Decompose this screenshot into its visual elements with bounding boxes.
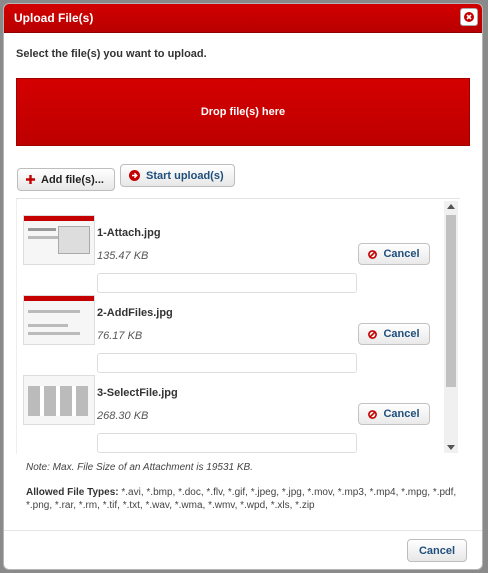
file-name: 2-AddFiles.jpg: [97, 307, 173, 319]
file-thumbnail: [23, 215, 95, 265]
file-cancel-label: Cancel: [383, 328, 420, 340]
file-row: 3-SelectFile.jpg 268.30 KB Cancel: [17, 363, 445, 453]
allowed-types-label: Allowed File Types:: [26, 487, 119, 498]
file-size: 135.47 KB: [97, 250, 149, 262]
file-size: 268.30 KB: [97, 410, 149, 422]
drop-zone-label: Drop file(s) here: [200, 106, 286, 118]
file-cancel-button[interactable]: Cancel: [358, 243, 430, 265]
file-name: 1-Attach.jpg: [97, 227, 161, 239]
ban-icon: [368, 409, 378, 419]
footer-divider: [4, 530, 482, 531]
file-row: 2-AddFiles.jpg 76.17 KB Cancel: [17, 283, 445, 373]
ban-icon: [368, 249, 378, 259]
add-files-button[interactable]: Add file(s)...: [17, 168, 115, 191]
upload-dialog: Upload File(s) Select the file(s) you wa…: [3, 3, 483, 570]
upload-progress-bar: [97, 433, 357, 453]
file-cancel-button[interactable]: Cancel: [358, 323, 430, 345]
file-thumbnail: [23, 375, 95, 425]
file-name: 3-SelectFile.jpg: [97, 387, 178, 399]
ban-icon: [368, 329, 378, 339]
circle-arrow-right-icon: [129, 170, 140, 181]
plus-icon: [26, 175, 35, 184]
instruction-text: Select the file(s) you want to upload.: [16, 48, 207, 60]
file-list: 1-Attach.jpg 135.47 KB Cancel 2-AddFiles…: [16, 198, 460, 454]
dialog-cancel-label: Cancel: [418, 544, 456, 557]
scroll-down-icon[interactable]: [447, 445, 455, 450]
add-files-label: Add file(s)...: [41, 173, 104, 186]
dialog-title: Upload File(s): [14, 11, 94, 25]
allowed-file-types: Allowed File Types: *.avi, *.bmp, *.doc,…: [26, 486, 466, 512]
dialog-cancel-button[interactable]: Cancel: [407, 539, 467, 562]
file-cancel-button[interactable]: Cancel: [358, 403, 430, 425]
file-cancel-label: Cancel: [383, 408, 420, 420]
close-button[interactable]: [460, 8, 478, 26]
scroll-up-icon[interactable]: [447, 204, 455, 209]
file-list-scrollbar[interactable]: [444, 201, 458, 453]
scrollbar-thumb[interactable]: [446, 215, 456, 387]
file-row: 1-Attach.jpg 135.47 KB Cancel: [17, 203, 445, 293]
file-cancel-label: Cancel: [383, 248, 420, 260]
dialog-titlebar: Upload File(s): [4, 4, 482, 33]
file-thumbnail: [23, 295, 95, 345]
drop-zone[interactable]: Drop file(s) here: [16, 78, 470, 146]
close-icon: [464, 12, 474, 22]
start-upload-label: Start upload(s): [146, 169, 224, 182]
file-size: 76.17 KB: [97, 330, 143, 342]
file-size-note: Note: Max. File Size of an Attachment is…: [26, 462, 253, 473]
start-upload-button[interactable]: Start upload(s): [120, 164, 235, 187]
